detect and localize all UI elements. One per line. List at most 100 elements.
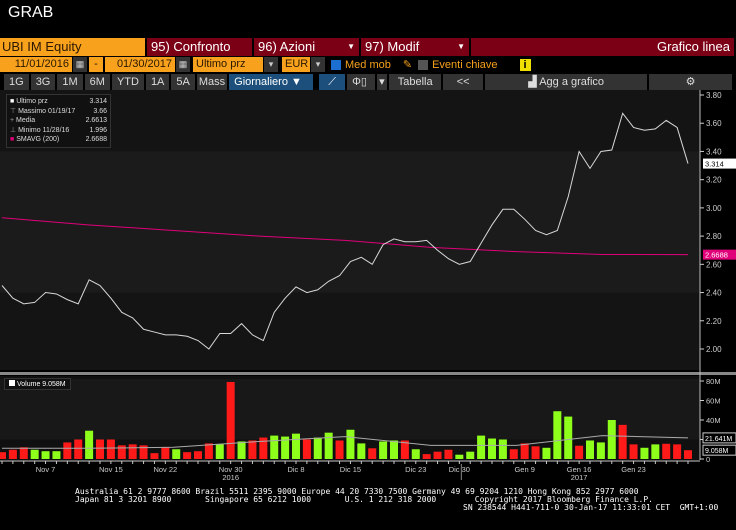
end-date-input[interactable]: 01/30/2017 [105,57,175,72]
window-title: GRAB [8,4,54,21]
field-select[interactable]: Ultimo prz [193,57,263,72]
volume-bar [172,449,181,459]
legend-marker-icon: + [10,117,15,124]
x-tick-label: Dic 8 [287,465,304,474]
volume-bar [237,441,246,459]
price-legend: ■ Ultimo prz 3.314 ⊤ Massimo 01/19/17 3.66 +… [6,94,111,148]
period-1a[interactable]: 1A [145,74,170,90]
volume-bar [651,444,660,459]
add-to-chart-button[interactable]: ▟ Agg a grafico [485,74,648,90]
volume-tick-label: 0 [706,455,710,464]
volume-bar [422,454,431,459]
y-tick-label: 2.00 [706,345,722,354]
volume-bar [96,439,104,459]
volume-bar [586,440,594,459]
x-tick-label: Dic 30 [449,465,470,474]
period-ytd[interactable]: YTD [111,74,144,90]
volume-bar [368,448,377,459]
volume-bar [662,443,671,459]
pencil-icon[interactable]: ✎ [403,58,412,71]
legend-marker-icon: ■ [10,136,15,143]
volume-bar [292,433,300,459]
legend-marker-icon: ■ [10,98,15,105]
legend-row: ■ SMAVG (200) 2.6688 [10,135,107,145]
line-chart-icon[interactable]: ⟋ [319,74,346,90]
volume-bar [466,451,475,459]
period-3g[interactable]: 3G [30,74,56,90]
volume-tick-label: 80M [706,377,721,386]
moving-avg-checkbox[interactable] [331,59,341,70]
chart-type-label: Grafico linea [657,39,730,54]
legend-label: Media [16,117,36,124]
moving-avg-label: Med mob [345,58,391,71]
price-volume-chart[interactable]: 3.80 3.60 3.40 3.20 3.00 2.80 2.60 2.40 2.20 2.00… [0,90,736,480]
dropdown-icon[interactable]: ▾ [264,57,278,72]
period-1g[interactable]: 1G [4,74,29,90]
candlestick-icon[interactable]: Φ▯ [347,74,376,90]
volume-ma-tag: 21.641M [705,436,732,443]
actions-menu[interactable]: 96) Azioni ▼ [254,38,359,56]
dropdown-icon[interactable]: ▾ [377,74,388,90]
volume-bar [564,416,573,459]
volume-bar [509,449,518,459]
y-tick-label: 3.60 [706,119,722,128]
year-label: 2016 [222,473,239,480]
info-icon[interactable]: i [519,58,531,71]
volume-bar [575,445,584,459]
add-to-chart-label: Agg a grafico [539,76,605,88]
chart-icon: ▟ [528,76,540,88]
legend-marker-icon: ⊤ [10,107,17,115]
modify-label: 97) Modif [365,39,420,54]
volume-bar [226,381,235,459]
volume-bar [673,444,682,459]
last-price-tag: 3.314 [705,160,724,169]
volume-bar [357,443,366,459]
price-panel-band [0,151,700,293]
calendar-icon[interactable]: ▦ [176,57,190,72]
x-tick-label: Nov 22 [153,465,177,474]
key-events-checkbox[interactable] [418,59,429,70]
collapse-button[interactable]: << [443,74,484,90]
legend-value: 2.6613 [85,117,107,124]
dropdown-icon[interactable]: ▾ [311,57,325,72]
modify-menu[interactable]: 97) Modif ▼ [361,38,469,56]
footer-line-3: SN 238544 H441-711-0 30-Jan-17 11:33:01 … [463,503,719,512]
legend-label: Minimo 11/28/16 [18,126,70,134]
caret-down-icon: ▼ [347,42,355,51]
volume-tick-label: 60M [706,397,721,406]
volume-bar [194,451,202,459]
volume-bar [19,447,28,459]
calendar-icon[interactable]: ▦ [73,57,87,72]
compare-button[interactable]: 95) Confronto [147,38,252,56]
table-button[interactable]: Tabella [389,74,442,90]
legend-value: 2.6688 [85,136,107,143]
volume-bar [74,439,83,459]
start-date-input[interactable]: 11/01/2016 [0,57,72,72]
period-max[interactable]: Mass [196,74,228,90]
frequency-select[interactable]: Giornaliero ▼ [229,74,314,90]
settings-gear-icon[interactable]: ⚙ [649,74,732,90]
volume-bar [629,444,638,459]
period-1m[interactable]: 1M [57,74,83,90]
y-tick-label: 2.60 [706,260,722,269]
volume-bar [215,444,224,459]
volume-bar [63,442,72,459]
ticker-input[interactable]: UBI IM Equity [0,38,145,56]
key-events-label: Eventi chiave [432,58,498,71]
x-tick-label: Nov 7 [36,465,56,474]
volume-bar [596,442,605,459]
x-tick-label: Dic 15 [340,465,361,474]
legend-value: 3.314 [89,98,107,105]
date-toolbar: 11/01/2016 ▦ - 01/30/2017 ▦ Ultimo prz ▾… [0,57,736,72]
sma-value-tag: 2.6688 [705,251,728,260]
volume-bar [618,424,627,459]
volume-bar [488,438,496,459]
volume-bar [161,447,170,459]
volume-bar [455,454,464,459]
volume-bar [30,449,39,459]
year-label: 2017 [571,473,588,480]
period-5a[interactable]: 5A [171,74,195,90]
period-6m[interactable]: 6M [84,74,110,90]
volume-bar [477,435,486,459]
currency-select[interactable]: EUR [282,57,310,72]
